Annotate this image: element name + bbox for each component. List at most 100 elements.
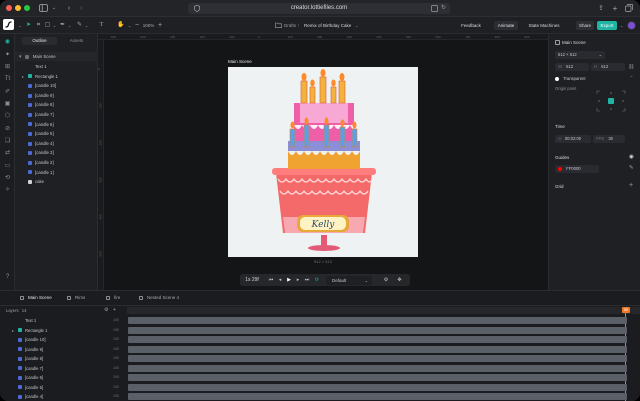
shape-chevron-icon[interactable]: ⌄ xyxy=(52,21,57,30)
select-tool-icon[interactable]: ➤ xyxy=(25,21,32,30)
sidebar-toggle-icon[interactable] xyxy=(38,4,48,13)
timeline-track-bar[interactable] xyxy=(128,336,627,343)
step-back-icon[interactable]: ◂ xyxy=(276,276,284,285)
breadcrumb-drafts[interactable]: Drafts xyxy=(284,21,296,30)
timeline-track-bar[interactable] xyxy=(128,383,627,391)
add-grid-icon[interactable]: + xyxy=(629,182,633,189)
pencil-chevron-icon[interactable]: ⌄ xyxy=(84,21,89,30)
loop-icon[interactable]: ⟳ xyxy=(313,276,321,285)
zoom-out-icon[interactable]: − xyxy=(134,21,140,30)
tab-outline[interactable]: Outline xyxy=(22,37,57,45)
artboard[interactable]: Kelly xyxy=(228,67,418,257)
layer-row[interactable]: [candle 10] xyxy=(15,81,98,90)
canvas-area[interactable]: -500 -400 -300 -200 -100 0 100 200 300 400 500 600 7… xyxy=(97,34,548,290)
timeline-layer-row[interactable]: [candle 8] 100 xyxy=(0,354,127,363)
timeline-settings-icon[interactable]: ⚙ xyxy=(104,307,108,313)
reload-icon[interactable]: ↻ xyxy=(441,4,448,12)
lock-ratio-icon[interactable]: ⛓ xyxy=(628,64,634,70)
preset-select[interactable]: Default ⌄ xyxy=(326,275,372,285)
timeline-layer-row[interactable]: [candle 7] 100 xyxy=(0,364,127,373)
layer-row[interactable]: [candle 1] xyxy=(15,168,98,177)
shape-tool-icon[interactable]: ▢ xyxy=(44,21,51,30)
share-button[interactable]: Share xyxy=(576,21,594,30)
timeline-tab[interactable]: Nested Scene 4 xyxy=(136,293,179,303)
brush-icon[interactable]: ✐ xyxy=(3,88,12,97)
timeline-track-bar[interactable] xyxy=(128,355,627,362)
frame-tool-icon[interactable]: ⌗ xyxy=(35,21,42,30)
pen-tool-icon[interactable]: ✒ xyxy=(59,21,66,30)
export-button[interactable]: Export xyxy=(597,21,617,30)
layer-row[interactable]: [candle 8] xyxy=(15,100,98,109)
timeline-layer-row[interactable]: [candle 9] 100 xyxy=(0,345,127,354)
layer-row[interactable]: Text 1 xyxy=(15,62,98,71)
file-name[interactable]: Remix of Birthday Cake xyxy=(304,21,351,30)
hand-tool-icon[interactable]: ✋ xyxy=(117,21,124,30)
height-field[interactable]: H 512 xyxy=(591,63,625,71)
layer-row[interactable]: cake xyxy=(15,177,98,186)
play-icon[interactable]: ▶ xyxy=(285,276,293,285)
layer-row[interactable]: [candle 7] xyxy=(15,110,98,119)
zoom-in-icon[interactable]: + xyxy=(157,21,163,30)
timeline-tab[interactable]: Main Scene xyxy=(17,293,52,303)
timeline-layer-row[interactable]: ▸ Rectangle 1 100 xyxy=(0,326,127,335)
animate-tab[interactable]: Animate xyxy=(494,21,518,30)
tab-assets[interactable]: Assets xyxy=(59,37,94,45)
timeline-layer-row[interactable]: [candle 5] 100 xyxy=(0,383,127,392)
timeline-layer-row[interactable]: [candle 4] 100 xyxy=(0,392,127,401)
fps-field[interactable]: FPS 30 xyxy=(593,135,625,143)
effects-icon[interactable]: ⊘ xyxy=(3,125,12,134)
chat-icon[interactable]: ▭ xyxy=(3,162,12,171)
text-icon[interactable]: Tt xyxy=(3,75,12,84)
timeline-tab[interactable]: Rims xyxy=(64,293,85,303)
timeline-track-bar[interactable] xyxy=(128,393,627,400)
timeline-track-bar[interactable] xyxy=(128,364,627,372)
address-bar[interactable]: creator.lottiefiles.com ↻ xyxy=(188,3,450,14)
export-chevron-icon[interactable]: ⌄ xyxy=(619,21,624,30)
library-icon[interactable]: ❑ xyxy=(3,137,12,146)
layer-row[interactable]: ▸ Rectangle 1 xyxy=(15,72,98,81)
star-icon[interactable]: ✦ xyxy=(3,51,12,60)
back-arrow-icon[interactable]: ‹ xyxy=(65,4,73,13)
avatar[interactable] xyxy=(627,21,636,30)
new-tab-icon[interactable]: + xyxy=(611,4,619,13)
eyedropper-icon[interactable]: ✎ xyxy=(629,165,634,171)
maximize-window-button[interactable] xyxy=(24,5,30,11)
timeline-add-icon[interactable]: + xyxy=(113,307,116,313)
layer-row[interactable]: [candle 3] xyxy=(15,148,98,157)
timeline-track-bar[interactable] xyxy=(128,345,627,353)
close-window-button[interactable] xyxy=(6,5,12,11)
layer-row[interactable]: [candle 5] xyxy=(15,129,98,138)
skip-start-icon[interactable]: ⏮ xyxy=(267,276,275,285)
layers-icon[interactable]: ◉ xyxy=(3,38,12,47)
pencil-tool-icon[interactable]: ✎ xyxy=(76,21,83,30)
duration-field[interactable]: ◷ 00:02:00 xyxy=(555,135,591,143)
step-forward-icon[interactable]: ▸ xyxy=(294,276,302,285)
background-minus-icon[interactable]: − xyxy=(630,74,633,80)
plugin-icon[interactable]: ⬡ xyxy=(3,112,12,121)
playhead-frame[interactable]: 59 xyxy=(622,307,630,313)
timeline-ruler[interactable] xyxy=(127,307,640,314)
text-tool-icon[interactable]: T xyxy=(98,21,105,30)
layer-row[interactable]: [candle 2] xyxy=(15,158,98,167)
history-icon[interactable]: ⟲ xyxy=(3,174,12,183)
background-field[interactable]: Transparent xyxy=(555,75,629,83)
chevron-down-icon[interactable]: ⌄ xyxy=(51,4,57,13)
translate-icon[interactable] xyxy=(431,5,438,12)
layer-row[interactable]: [candle 6] xyxy=(15,120,98,129)
scene-size-select[interactable]: 512 × 512 ⌄ xyxy=(555,51,605,59)
tab-overview-icon[interactable] xyxy=(624,4,633,13)
minimize-window-button[interactable] xyxy=(15,5,21,11)
help-icon[interactable]: ? xyxy=(3,273,12,282)
origin-point-grid[interactable] xyxy=(596,90,626,112)
scene-row[interactable]: ▾ Main Scene xyxy=(15,52,98,61)
state-machines-tab[interactable]: State Machines xyxy=(525,21,563,30)
timeline-layer-row[interactable]: [candle 10] 100 xyxy=(0,335,127,344)
skip-end-icon[interactable]: ⏭ xyxy=(303,276,311,285)
hand-chevron-icon[interactable]: ⌄ xyxy=(127,21,132,30)
sparkle-icon[interactable]: ✥ xyxy=(395,276,404,285)
lottie-logo[interactable] xyxy=(3,19,14,30)
timeline-tab[interactable]: fire xyxy=(103,293,120,303)
share-page-icon[interactable]: ⇪ xyxy=(597,4,605,13)
width-field[interactable]: W 512 xyxy=(555,63,589,71)
layer-row[interactable]: [candle 4] xyxy=(15,139,98,148)
